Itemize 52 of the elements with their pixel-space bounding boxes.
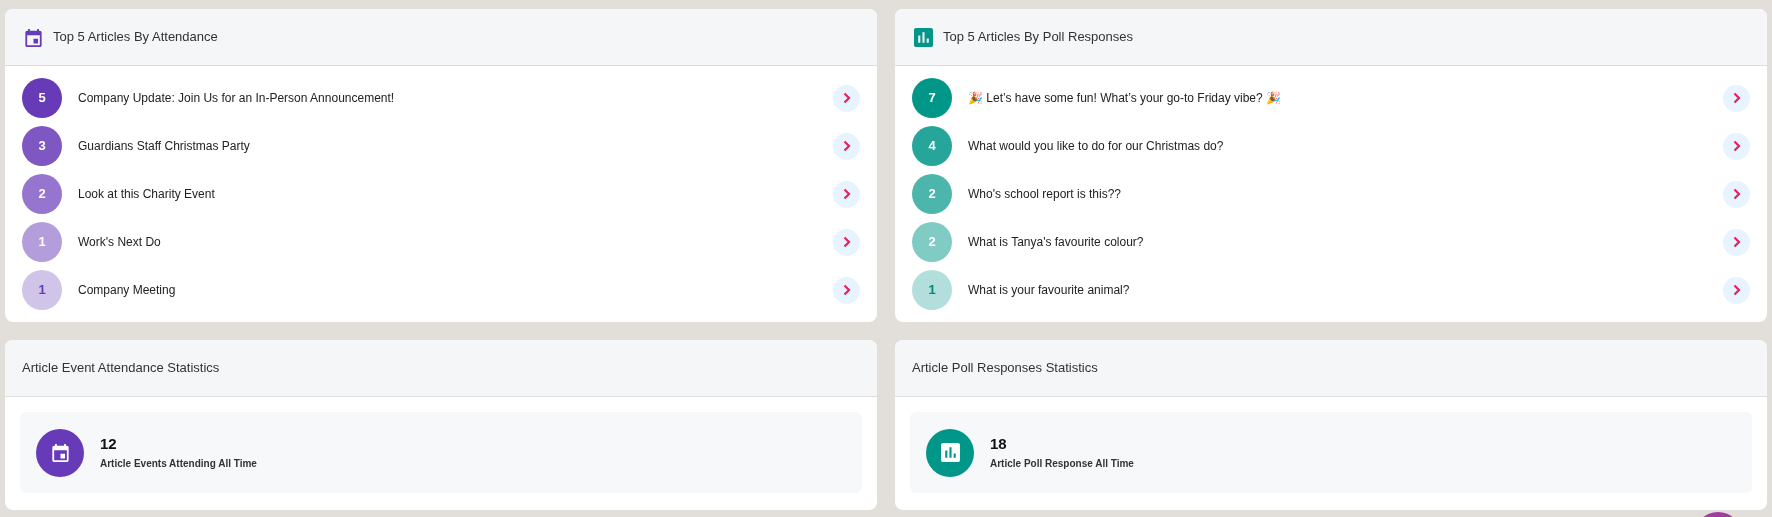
bar-chart-icon xyxy=(940,443,960,462)
stat-value: 18 xyxy=(990,436,1008,451)
chevron-right-icon xyxy=(842,284,851,296)
rank-count-badge: 3 xyxy=(22,126,62,166)
open-article-button[interactable] xyxy=(833,132,860,160)
article-title: Work's Next Do xyxy=(78,234,161,251)
chevron-right-icon xyxy=(1732,92,1741,104)
open-article-button[interactable] xyxy=(833,84,860,112)
article-title: 🎉 Let’s have some fun! What’s your go-to Friday vibe? 🎉 xyxy=(968,90,1282,107)
article-title: What is Tanya's favourite colour? xyxy=(968,234,1144,251)
chevron-right-icon xyxy=(1732,188,1741,200)
article-title: What is your favourite animal? xyxy=(968,282,1130,299)
bar-chart-icon xyxy=(914,27,933,47)
card-title: Top 5 Articles By Poll Responses xyxy=(943,28,1134,47)
open-article-button[interactable] xyxy=(833,276,860,304)
chevron-right-icon xyxy=(1732,284,1741,296)
open-article-button[interactable] xyxy=(833,228,860,256)
rank-count-badge: 4 xyxy=(912,126,952,166)
rank-count-badge: 5 xyxy=(22,78,62,118)
article-title: Company Update: Join Us for an In-Person Announcement! xyxy=(78,90,395,107)
article-title: Who's school report is this?? xyxy=(968,186,1122,203)
calendar-icon xyxy=(50,443,70,462)
card-title: Article Poll Responses Statistics xyxy=(912,359,1098,378)
open-article-button[interactable] xyxy=(1723,228,1750,256)
open-article-button[interactable] xyxy=(1723,180,1750,208)
open-article-button[interactable] xyxy=(1723,276,1750,304)
article-title: Guardians Staff Christmas Party xyxy=(78,138,250,155)
open-article-button[interactable] xyxy=(833,180,860,208)
chevron-right-icon xyxy=(842,188,851,200)
rank-count-badge: 2 xyxy=(22,174,62,214)
chevron-right-icon xyxy=(842,236,851,248)
chevron-right-icon xyxy=(1732,140,1741,152)
rank-count-badge: 1 xyxy=(22,270,62,310)
open-article-button[interactable] xyxy=(1723,132,1750,160)
rank-count-badge: 7 xyxy=(912,78,952,118)
stat-label: Article Poll Response All Time xyxy=(990,459,1134,469)
rank-count-badge: 1 xyxy=(22,222,62,262)
rank-count-badge: 1 xyxy=(912,270,952,310)
rank-count-badge: 2 xyxy=(912,174,952,214)
stat-value: 12 xyxy=(100,436,118,451)
card-title: Article Event Attendance Statistics xyxy=(22,359,220,378)
open-article-button[interactable] xyxy=(1723,84,1750,112)
rank-count-badge: 2 xyxy=(912,222,952,262)
chevron-right-icon xyxy=(1732,236,1741,248)
chevron-right-icon xyxy=(842,92,851,104)
card-title: Top 5 Articles By Attendance xyxy=(53,28,218,47)
stat-label: Article Events Attending All Time xyxy=(100,459,257,469)
calendar-icon xyxy=(24,27,43,47)
chevron-right-icon xyxy=(842,140,851,152)
article-title: What would you like to do for our Christmas do? xyxy=(968,138,1224,155)
article-title: Look at this Charity Event xyxy=(78,186,215,203)
article-title: Company Meeting xyxy=(78,282,176,299)
